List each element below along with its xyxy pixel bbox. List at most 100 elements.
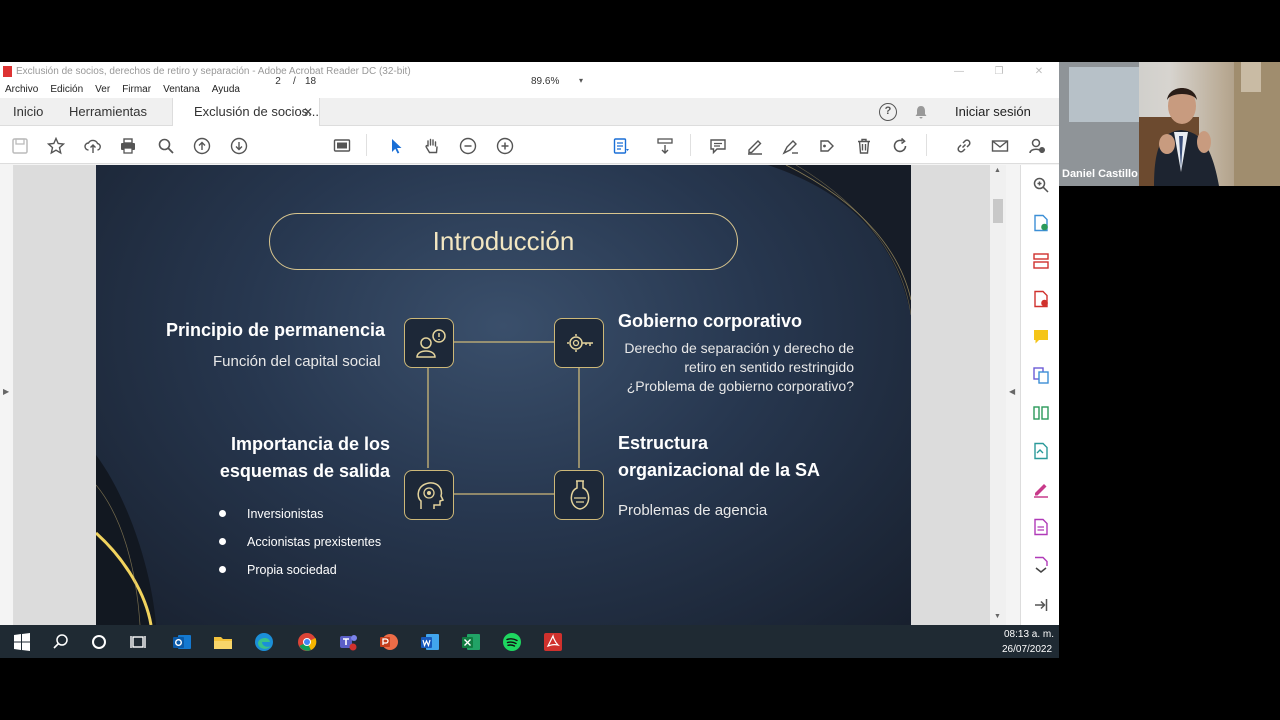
mail-icon[interactable]: [990, 136, 1010, 156]
toolbar-divider: [366, 134, 367, 156]
rotate-icon[interactable]: [890, 136, 910, 156]
create-pdf-icon[interactable]: [1032, 214, 1050, 232]
cortana-icon[interactable]: [88, 631, 110, 653]
taskbar-date: 26/07/2022: [1002, 644, 1053, 655]
signin-button[interactable]: Iniciar sesión: [955, 98, 1031, 126]
teams-icon[interactable]: [337, 631, 359, 653]
powerpoint-icon[interactable]: [378, 631, 400, 653]
delete-icon[interactable]: [854, 136, 874, 156]
compress-icon[interactable]: [1032, 404, 1050, 422]
menu-ventana[interactable]: Ventana: [163, 81, 200, 98]
zoom-icon[interactable]: [1032, 176, 1050, 194]
stamp-icon[interactable]: [817, 136, 837, 156]
scroll-down-icon[interactable]: ▼: [994, 613, 1001, 620]
search-icon[interactable]: [50, 631, 72, 653]
potion-bottle-icon: [554, 470, 604, 520]
fit-page-icon[interactable]: [332, 136, 352, 156]
menu-ver[interactable]: Ver: [95, 81, 110, 98]
menu-firmar[interactable]: Firmar: [122, 81, 151, 98]
fill-sign-icon[interactable]: [1032, 480, 1050, 498]
chevron-down-icon[interactable]: ▾: [579, 76, 583, 85]
bullet-dot: [219, 510, 226, 517]
file-explorer-icon[interactable]: [212, 631, 234, 653]
bullet-item: Accionistas prexistentes: [247, 535, 382, 549]
scroll-thumb[interactable]: [993, 199, 1003, 223]
edit-pdf-icon[interactable]: [1032, 518, 1050, 536]
page-down-icon[interactable]: [229, 136, 249, 156]
vertical-scrollbar[interactable]: ▲ ▼: [990, 165, 1006, 625]
menu-bar: Archivo Edición Ver Firmar Ventana Ayuda: [0, 81, 1059, 98]
participant-name: Daniel Castillo: [1062, 168, 1138, 180]
more-tools-icon[interactable]: [1032, 556, 1050, 574]
zoom-in-icon[interactable]: [495, 136, 515, 156]
screen: Exclusión de socios, derechos de retiro …: [0, 0, 1280, 720]
zoom-out-icon[interactable]: [458, 136, 478, 156]
convert-icon[interactable]: [1032, 442, 1050, 460]
menu-archivo[interactable]: Archivo: [5, 81, 38, 98]
edge-icon[interactable]: [253, 631, 275, 653]
page-total: 18: [305, 76, 317, 87]
zoom-level-input[interactable]: 89.6%: [531, 76, 559, 87]
maximize-button[interactable]: ❐: [979, 62, 1019, 81]
windows-start-icon[interactable]: [11, 631, 33, 653]
window-controls: — ❐ ✕: [939, 62, 1059, 81]
brain-head-icon: [404, 470, 454, 520]
menu-ayuda[interactable]: Ayuda: [212, 81, 240, 98]
word-icon[interactable]: [419, 631, 441, 653]
sign-icon[interactable]: [781, 136, 801, 156]
chrome-icon[interactable]: [296, 631, 318, 653]
page-number-input[interactable]: 2: [268, 76, 288, 87]
highlight-pen-icon[interactable]: [745, 136, 765, 156]
left-panel-toggle[interactable]: ▶: [0, 165, 14, 625]
upload-icon[interactable]: [83, 136, 103, 156]
comment-icon[interactable]: [708, 136, 728, 156]
search-icon[interactable]: [156, 136, 176, 156]
tab-home[interactable]: Inicio: [13, 98, 43, 126]
page-layout-icon[interactable]: [611, 136, 631, 156]
link-icon[interactable]: [954, 136, 974, 156]
close-tab-icon[interactable]: ✕: [303, 98, 313, 126]
scroll-up-icon[interactable]: ▲: [994, 167, 1001, 174]
sub-gobierno-line3: ¿Problema de gobierno corporativo?: [626, 378, 854, 394]
pdf-page-slide: Introducción Principio de permanencia Fu…: [96, 165, 911, 625]
hand-icon[interactable]: [422, 136, 442, 156]
organize-icon[interactable]: [1032, 252, 1050, 270]
chevron-left-icon: ◀: [1009, 387, 1016, 396]
heading-importancia-2: esquemas de salida: [219, 461, 390, 481]
expand-icon[interactable]: [1032, 596, 1050, 614]
tab-tools[interactable]: Herramientas: [69, 98, 147, 126]
toolbar-divider: [690, 134, 691, 156]
select-pointer-icon[interactable]: [386, 136, 406, 156]
page-up-icon[interactable]: [192, 136, 212, 156]
task-view-icon[interactable]: [128, 631, 150, 653]
combine-icon[interactable]: [1032, 366, 1050, 384]
add-user-icon[interactable]: [1027, 136, 1047, 156]
print-icon[interactable]: [118, 136, 138, 156]
star-icon[interactable]: [46, 136, 66, 156]
bullet-item: Propia sociedad: [247, 563, 337, 577]
help-icon[interactable]: ?: [879, 103, 897, 121]
outlook-icon[interactable]: [171, 631, 193, 653]
heading-importancia-1: Importancia de los: [230, 434, 390, 454]
export-pdf-icon[interactable]: [1032, 290, 1050, 308]
tab-document-label: Exclusión de socios...: [194, 104, 320, 119]
save-icon[interactable]: [10, 136, 30, 156]
idea-person-icon: [404, 318, 454, 368]
close-window-button[interactable]: ✕: [1019, 62, 1059, 81]
right-panel-toggle[interactable]: ◀: [1006, 165, 1020, 625]
bullet-item: Inversionistas: [247, 507, 324, 521]
excel-icon[interactable]: [460, 631, 482, 653]
tools-pane: [1020, 165, 1059, 625]
tab-document[interactable]: Exclusión de socios... ✕: [172, 98, 320, 126]
spotify-icon[interactable]: [501, 631, 523, 653]
acrobat-icon[interactable]: [542, 631, 564, 653]
bell-icon[interactable]: [914, 105, 928, 119]
sub-problemas-agencia: Problemas de agencia: [618, 502, 768, 519]
sub-gobierno-line1: Derecho de separación y derecho de: [624, 340, 854, 356]
window-title: Exclusión de socios, derechos de retiro …: [16, 66, 411, 77]
menu-edicion[interactable]: Edición: [50, 81, 83, 98]
comment-icon[interactable]: [1032, 328, 1050, 346]
minimize-button[interactable]: —: [939, 62, 979, 81]
scroll-mode-icon[interactable]: [655, 136, 675, 156]
heading-estructura-1: Estructura: [618, 433, 709, 453]
